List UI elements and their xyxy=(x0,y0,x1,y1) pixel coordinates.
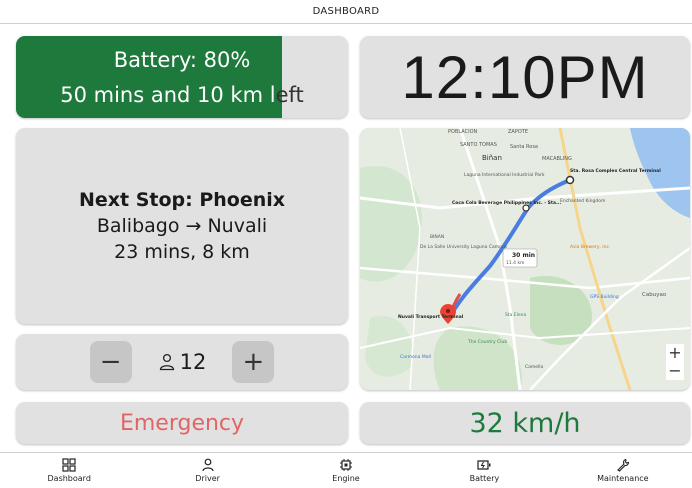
origin-marker xyxy=(565,175,575,185)
speed-card: 32 km/h xyxy=(360,402,690,444)
bottom-nav: Dashboard Driver Engine Battery Maintena… xyxy=(0,452,692,488)
asia-map-label: Asia Brewery, Inc. xyxy=(570,244,610,250)
zoom-out-button[interactable]: − xyxy=(666,362,684,380)
laguna-industrial-map-label: Laguna International Industrial Park xyxy=(464,172,545,178)
emergency-label: Emergency xyxy=(119,410,245,436)
wrench-icon xyxy=(616,458,629,472)
macabling-map-label: MACABLING xyxy=(542,156,572,162)
nav-label-maintenance: Maintenance xyxy=(597,474,649,483)
nav-label-battery: Battery xyxy=(469,474,500,483)
emergency-button[interactable]: Emergency xyxy=(16,402,348,444)
cabuyao-map-label: Cabuyao xyxy=(642,292,667,298)
route-label: Balibago → Nuvali xyxy=(96,215,268,237)
person-icon xyxy=(202,458,214,472)
increment-button[interactable]: + xyxy=(232,341,275,383)
nav-item-driver[interactable]: Driver xyxy=(138,453,276,488)
sta-elena-map-label: Sta Elena xyxy=(505,312,527,318)
nav-label-driver: Driver xyxy=(195,474,220,483)
next-stop-card: Next Stop: Phoenix Balibago → Nuvali 23 … xyxy=(16,128,348,324)
grid-icon xyxy=(62,458,76,472)
santa-rosa-map-label: Santa Rosa xyxy=(510,144,538,150)
zapote-map-label: ZAPOTE xyxy=(508,129,528,135)
nav-item-maintenance[interactable]: Maintenance xyxy=(554,453,692,488)
dlsu-map-label: De La Salle University Laguna Campus xyxy=(420,244,508,250)
country-club-map-label: The Country Club xyxy=(467,339,507,345)
carmona-map-label: Carmona Mall xyxy=(400,354,431,360)
speed-value: 32 km/h xyxy=(469,407,581,439)
top-bar: DASHBOARD xyxy=(0,0,692,24)
nav-item-engine[interactable]: Engine xyxy=(277,453,415,488)
eta-label: 23 mins, 8 km xyxy=(114,241,250,263)
distance-map-label: 11.4 km xyxy=(506,260,524,266)
battery-remaining: 50 mins and 10 km left xyxy=(60,83,304,107)
clock-card: 12:10PM xyxy=(360,36,690,118)
terminal-map-label: Sta. Rosa Complex Central Terminal xyxy=(570,168,661,174)
map-canvas[interactable]: 30 min 11.4 km POBLACION ZAPOTE SANTO TO… xyxy=(360,128,690,390)
passenger-counter: − 12 + xyxy=(16,334,348,390)
nav-item-dashboard[interactable]: Dashboard xyxy=(0,453,138,488)
nav-item-battery[interactable]: Battery xyxy=(415,453,553,488)
poblacion-map-label: POBLACION xyxy=(448,129,478,135)
binan-map-label: Biñan xyxy=(482,154,502,162)
battery-card: Battery: 80% 50 mins and 10 km left xyxy=(16,36,348,118)
nuvali-map-label: Nuvali Transport Terminal xyxy=(398,314,464,320)
gps-map-label: GPS Building xyxy=(590,294,619,300)
passenger-count: 12 xyxy=(158,350,207,374)
enchanted-map-label: Enchanted Kingdom xyxy=(560,198,605,204)
camella-map-label: Camella xyxy=(525,364,544,370)
route-map[interactable]: 30 min 11.4 km POBLACION ZAPOTE SANTO TO… xyxy=(360,128,690,390)
battery-percentage: Battery: 80% xyxy=(113,48,251,72)
battery-charging-icon xyxy=(477,460,491,470)
santo-tomas-map-label: SANTO TOMAS xyxy=(460,142,497,148)
map-zoom-controls: + − xyxy=(666,344,684,380)
page-title: DASHBOARD xyxy=(312,6,380,17)
zoom-in-button[interactable]: + xyxy=(666,344,684,362)
person-icon xyxy=(159,353,174,371)
binan2-map-label: BINAN xyxy=(430,234,444,240)
nav-label-engine: Engine xyxy=(332,474,360,483)
clock-time: 12:10PM xyxy=(401,43,649,111)
decrement-button[interactable]: − xyxy=(89,341,132,383)
passenger-count-value: 12 xyxy=(179,350,207,374)
next-stop-title: Next Stop: Phoenix xyxy=(78,189,286,211)
coca-cola-map-label: Coca Cola Beverage Philippines Inc. - St… xyxy=(452,200,561,206)
chip-icon xyxy=(340,459,353,471)
nav-label-dashboard: Dashboard xyxy=(47,474,91,483)
duration-map-label: 30 min xyxy=(512,252,535,259)
